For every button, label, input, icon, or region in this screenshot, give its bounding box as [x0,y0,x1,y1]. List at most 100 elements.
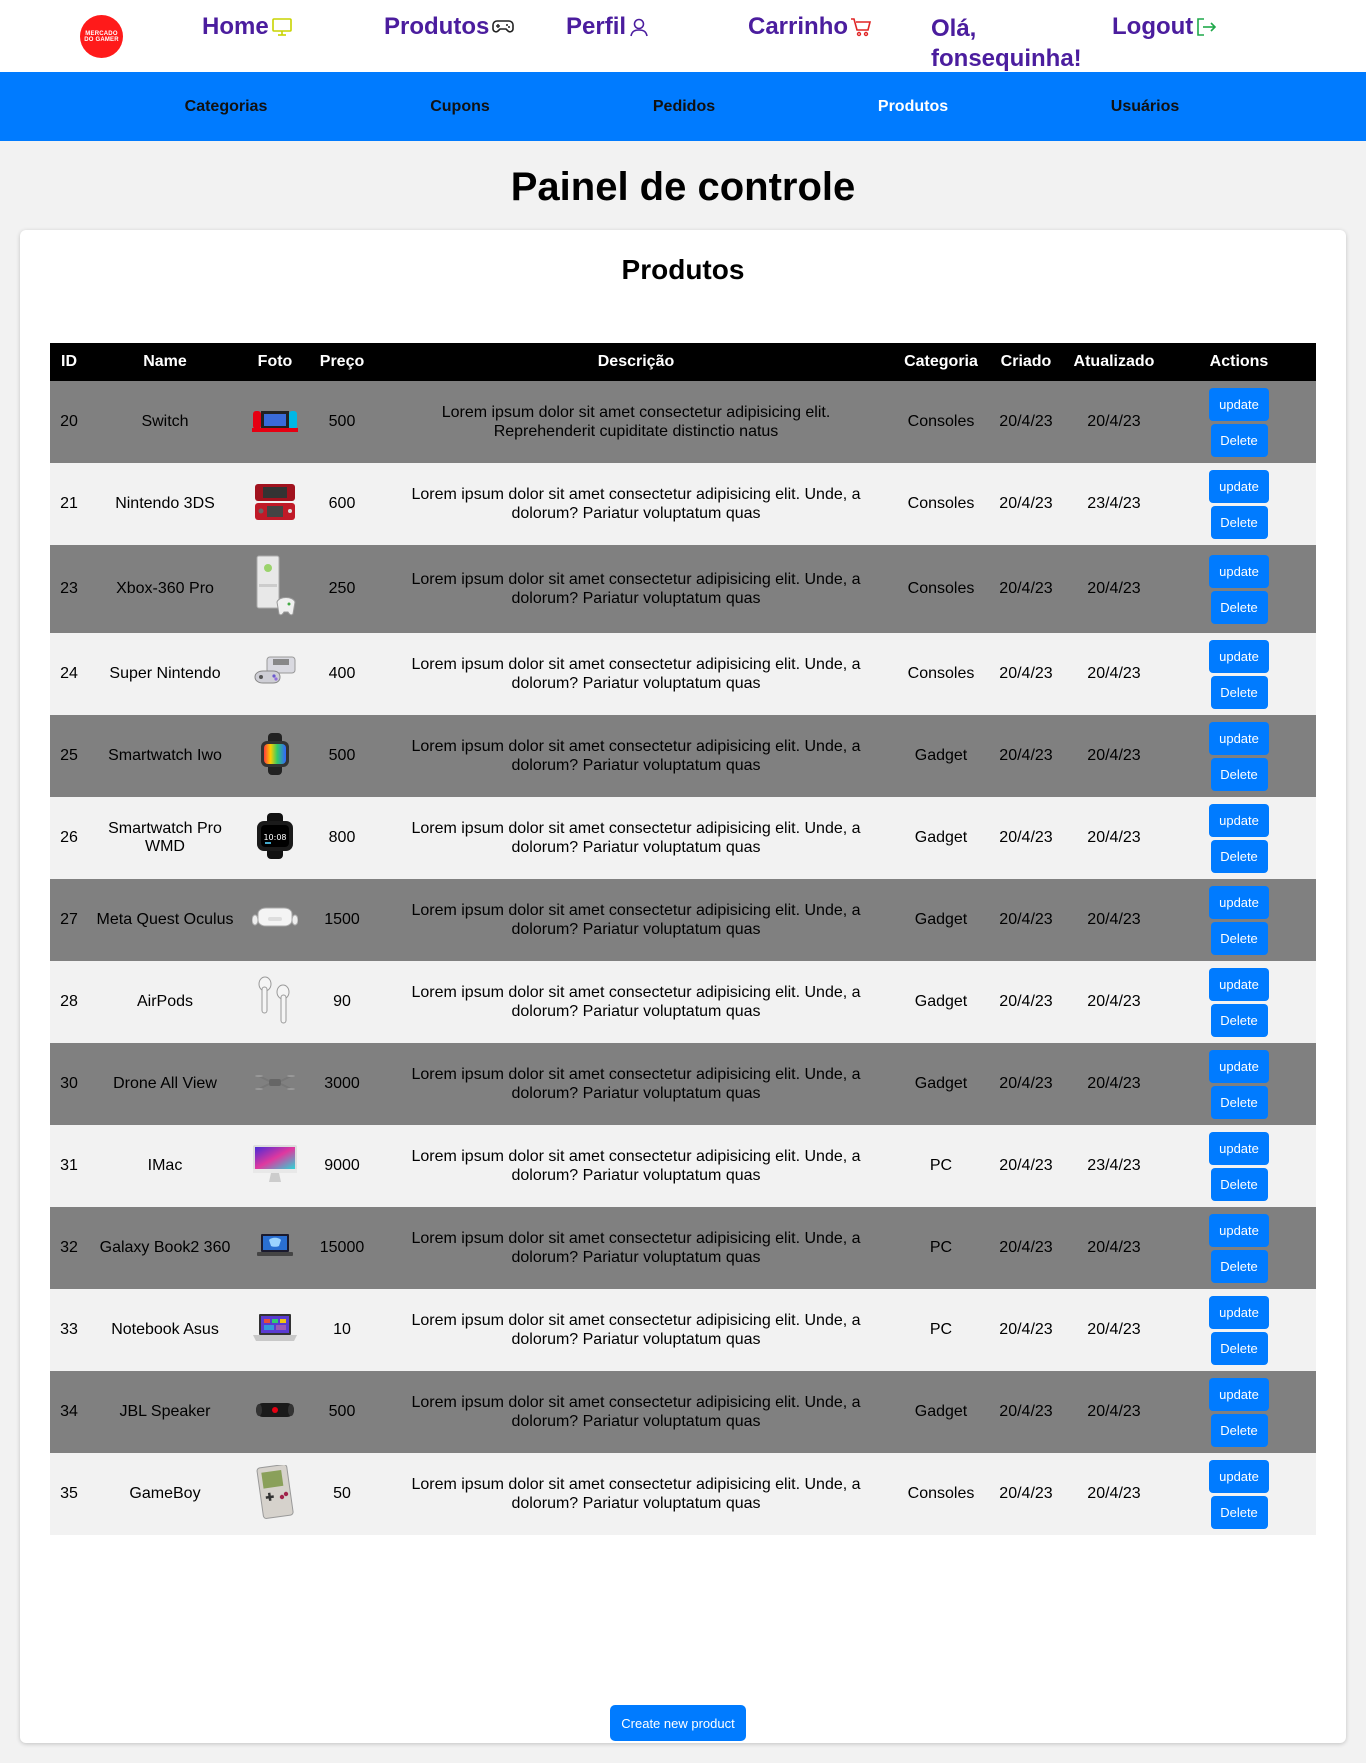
update-button[interactable]: update [1209,554,1269,588]
cell-foto [242,545,308,633]
cell-description: Lorem ipsum dolor sit amet consectetur a… [411,1148,861,1184]
cell-name: Galaxy Book2 360 [99,1239,231,1256]
update-button[interactable]: update [1209,803,1269,837]
cell-updated: 20/4/23 [1087,665,1141,682]
delete-button[interactable]: Delete [1210,1167,1268,1201]
cell-description: Lorem ipsum dolor sit amet consectetur a… [411,656,861,692]
delete-button[interactable]: Delete [1210,505,1268,539]
table-row: 35 GameBoy 50 Lorem ipsum dolor sit amet… [50,1453,1316,1535]
update-button[interactable]: update [1209,885,1269,919]
cell-name: Nintendo 3DS [115,495,215,512]
cell-price: 9000 [324,1157,360,1174]
update-button[interactable]: update [1209,967,1269,1001]
cell-name: GameBoy [129,1485,201,1502]
nav-produtos-label: Produtos [384,13,490,40]
col-categoria: Categoria [904,353,978,370]
update-button[interactable]: update [1209,1131,1269,1165]
update-button[interactable]: update [1209,1295,1269,1329]
products-panel: Produtos ID Name Foto Preço Descrição Ca… [20,230,1346,1743]
delete-button[interactable]: Delete [1210,1085,1268,1119]
cell-description: Lorem ipsum dolor sit amet consectetur a… [411,1312,861,1348]
cell-price: 1500 [324,911,360,928]
cell-description: Lorem ipsum dolor sit amet consectetur a… [411,820,861,856]
subnav-produtos[interactable]: Produtos [878,72,948,141]
cell-updated: 20/4/23 [1087,747,1141,764]
cell-created: 20/4/23 [999,1321,1053,1338]
nav-produtos-link[interactable]: Produtos [384,14,515,40]
cell-actions: update Delete [1162,1207,1316,1289]
products-table: ID Name Foto Preço Descrição Categoria C… [50,343,1316,1535]
cell-created: 20/4/23 [999,1075,1053,1092]
subnav-cupons[interactable]: Cupons [430,72,490,141]
update-button[interactable]: update [1209,721,1269,755]
update-button[interactable]: update [1209,469,1269,503]
col-actions: Actions [1209,353,1269,370]
admin-subnav: Categorias Cupons Pedidos Produtos Usuár… [0,72,1366,141]
logout-icon [1197,18,1217,36]
user-icon [630,18,648,37]
cell-name: JBL Speaker [119,1403,211,1420]
cell-updated: 20/4/23 [1087,413,1141,430]
cell-actions: update Delete [1162,1453,1316,1535]
create-product-button[interactable]: Create new product [610,1705,746,1741]
table-row: 31 IMac 9000 Lorem ipsum dolor sit amet … [50,1125,1316,1207]
nav-home-link[interactable]: Home [202,14,293,40]
cell-description: Lorem ipsum dolor sit amet consectetur a… [411,571,861,607]
subnav-pedidos[interactable]: Pedidos [653,72,715,141]
delete-button[interactable]: Delete [1210,1331,1268,1365]
subnav-categorias[interactable]: Categorias [185,72,268,141]
cell-category: Consoles [907,413,975,430]
update-button[interactable]: update [1209,1377,1269,1411]
logo-text-2: DO GAMER [84,36,119,43]
cell-id: 34 [60,1403,78,1420]
cell-actions: update Delete [1162,879,1316,961]
user-greeting: Olá, fonsequinha! [931,15,1082,72]
delete-button[interactable]: Delete [1210,1249,1268,1283]
nav-logout-link[interactable]: Logout [1112,14,1217,40]
delete-button[interactable]: Delete [1210,839,1268,873]
cell-id: 25 [60,747,78,764]
update-button[interactable]: update [1209,1213,1269,1247]
delete-button[interactable]: Delete [1210,1003,1268,1037]
cell-description: Lorem ipsum dolor sit amet consectetur a… [411,486,861,522]
delete-button[interactable]: Delete [1210,590,1268,624]
col-id: ID [61,353,77,370]
site-logo[interactable]: MERCADO DO GAMER [80,15,123,58]
laptop2-product-icon [252,1313,298,1348]
cell-name: Switch [141,413,189,430]
update-button[interactable]: update [1209,1459,1269,1493]
cell-price: 600 [328,495,356,512]
cell-actions: update Delete [1162,1289,1316,1371]
cell-category: Consoles [907,495,975,512]
cell-category: Consoles [907,665,975,682]
table-row: 25 Smartwatch Iwo 500 Lorem ipsum dolor … [50,715,1316,797]
xbox-product-icon [253,554,297,625]
3ds-product-icon [253,483,297,526]
cell-foto [242,715,308,797]
delete-button[interactable]: Delete [1210,675,1268,709]
update-button[interactable]: update [1209,387,1269,421]
cell-id: 31 [60,1157,78,1174]
cell-name: Super Nintendo [109,665,221,682]
cell-foto [242,1125,308,1207]
update-button[interactable]: update [1209,1049,1269,1083]
svg-text:10:08: 10:08 [263,833,286,842]
airpods-product-icon [255,975,295,1030]
cell-updated: 20/4/23 [1087,829,1141,846]
delete-button[interactable]: Delete [1210,1413,1268,1447]
delete-button[interactable]: Delete [1210,423,1268,457]
cell-category: PC [929,1321,953,1338]
cell-name: IMac [147,1157,183,1174]
cell-price: 15000 [319,1239,365,1256]
delete-button[interactable]: Delete [1210,757,1268,791]
nav-carrinho-link[interactable]: Carrinho [748,14,872,40]
subnav-usuarios[interactable]: Usuários [1111,72,1179,141]
delete-button[interactable]: Delete [1210,921,1268,955]
cell-price: 500 [328,413,356,430]
delete-button[interactable]: Delete [1210,1495,1268,1529]
nav-perfil-link[interactable]: Perfil [566,14,650,40]
cell-category: Gadget [914,1403,968,1420]
watch1-product-icon [255,732,295,780]
cell-description: Lorem ipsum dolor sit amet consectetur a… [411,1476,861,1512]
update-button[interactable]: update [1209,639,1269,673]
